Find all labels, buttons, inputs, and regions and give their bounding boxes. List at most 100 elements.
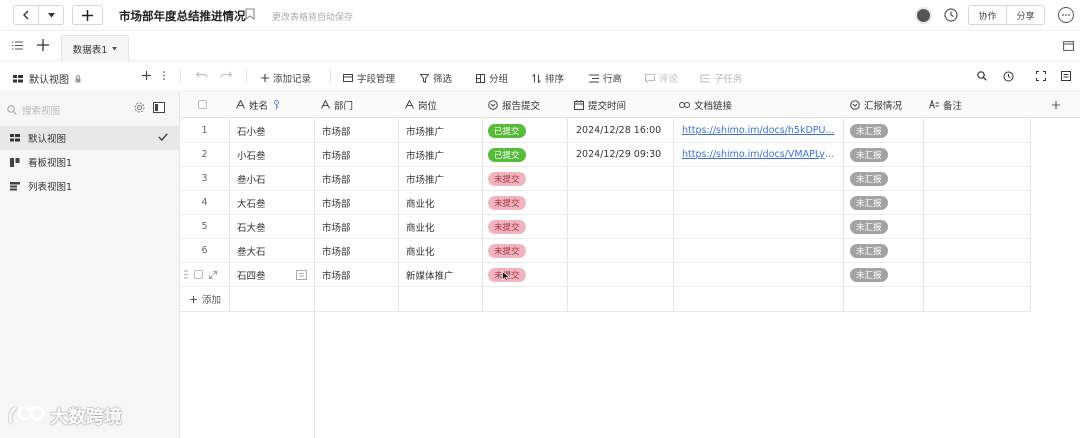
back-button[interactable] — [14, 6, 39, 24]
column-header-label: 备注 — [943, 100, 963, 112]
cell-report-status[interactable]: 未汇报 — [850, 263, 922, 287]
cell-report-submit[interactable]: 未提交 — [488, 215, 566, 239]
column-header-doc-link[interactable]: 文档链接 — [679, 92, 839, 118]
gear-icon[interactable] — [134, 102, 145, 113]
cell-report-submit[interactable]: 未提交 — [488, 239, 566, 263]
add-column-button[interactable] — [1046, 92, 1066, 118]
subtask-button[interactable]: 子任务 — [700, 71, 743, 85]
share-button[interactable]: 分享 — [1007, 6, 1044, 24]
search-icon — [7, 105, 17, 115]
cell-report-submit[interactable]: 已提交 — [488, 143, 566, 167]
sidebar-view-default[interactable]: 默认视图 — [0, 126, 180, 150]
fullscreen-icon[interactable] — [1036, 71, 1046, 81]
expand-row-icon[interactable] — [209, 270, 217, 279]
cell-name[interactable]: 石大叁 — [237, 215, 313, 239]
collaborate-button[interactable]: 协作 — [969, 6, 1007, 24]
cell-report-status[interactable]: 未汇报 — [850, 119, 922, 143]
cell-post[interactable]: 商业化 — [406, 239, 481, 263]
column-header-label: 提交时间 — [588, 100, 627, 112]
cell-notes[interactable] — [930, 143, 1029, 167]
column-header-name[interactable]: 姓名 — [236, 92, 314, 118]
cell-name[interactable]: 大石叁 — [237, 191, 313, 215]
cell-post[interactable]: 新媒体推广 — [406, 263, 481, 287]
cell-report-submit[interactable]: 未提交 — [488, 167, 566, 191]
cell-dept[interactable]: 市场部 — [322, 239, 397, 263]
cell-post[interactable]: 商业化 — [406, 215, 481, 239]
comment-icon[interactable] — [296, 269, 307, 280]
cell-post[interactable]: 市场推广 — [406, 119, 481, 143]
column-header-post[interactable]: 岗位 — [405, 92, 481, 118]
view-search-input[interactable]: 搜索视图 — [7, 101, 127, 119]
row-height-button[interactable]: 行高 — [589, 71, 622, 85]
comment-button[interactable]: 评论 — [645, 71, 678, 85]
collapse-sidebar-icon[interactable] — [153, 102, 165, 113]
cell-name[interactable]: 小石叁 — [237, 143, 313, 167]
cell-dept[interactable]: 市场部 — [322, 215, 397, 239]
column-header-report-status[interactable]: 汇报情况 — [850, 92, 922, 118]
bookmark-icon[interactable] — [245, 8, 255, 20]
cell-post[interactable]: 市场推广 — [406, 143, 481, 167]
cell-name[interactable]: 叁大石 — [237, 239, 313, 263]
doc-link[interactable]: https://shimo.im/docs/VMAPLyh... — [682, 149, 838, 160]
cell-report-status[interactable]: 未汇报 — [850, 215, 922, 239]
column-header-dept[interactable]: 部门 — [321, 92, 397, 118]
add-view-icon[interactable] — [142, 71, 151, 80]
doc-link[interactable]: https://shimo.im/docs/h5kDPU... — [682, 125, 835, 136]
cell-post[interactable]: 市场推广 — [406, 167, 481, 191]
cell-submit-time[interactable]: 2024/12/29 09:30 — [576, 143, 672, 167]
column-header-report-submit[interactable]: 报告提交 — [488, 92, 566, 118]
cell-name[interactable]: 叁小石 — [237, 167, 313, 191]
sidebar-view-list[interactable]: 列表视图1 — [0, 174, 180, 198]
filter-button[interactable]: 筛选 — [420, 71, 452, 85]
history-icon[interactable] — [1003, 71, 1014, 82]
cell-report-status[interactable]: 未汇报 — [850, 167, 922, 191]
cell-dept[interactable]: 市场部 — [322, 143, 397, 167]
filter-icon — [420, 73, 429, 83]
redo-icon[interactable] — [220, 71, 232, 79]
cell-notes[interactable] — [930, 119, 1029, 143]
drag-handle-icon[interactable] — [184, 270, 188, 279]
add-record-button[interactable]: 添加记录 — [261, 71, 311, 85]
group-button[interactable]: 分组 — [476, 71, 508, 85]
sidebar-view-kanban[interactable]: 看板视图1 — [0, 150, 180, 174]
current-view[interactable]: 默认视图 — [13, 71, 81, 86]
cell-doc-link[interactable]: https://shimo.im/docs/VMAPLyh... — [682, 143, 838, 167]
cell-dept[interactable]: 市场部 — [322, 191, 397, 215]
view-more-icon[interactable] — [163, 71, 165, 80]
search-icon[interactable] — [977, 71, 987, 81]
cell-report-status[interactable]: 未汇报 — [850, 239, 922, 263]
panel-toggle-icon[interactable] — [1063, 41, 1074, 51]
cell-submit-time[interactable]: 2024/12/28 16:00 — [576, 119, 672, 143]
cell-dept[interactable]: 市场部 — [322, 167, 397, 191]
sheet-list-icon[interactable] — [12, 41, 23, 50]
more-options-icon[interactable] — [1058, 7, 1074, 23]
cell-name[interactable]: 石小叁 — [237, 119, 313, 143]
settings-panel-icon[interactable] — [1061, 71, 1071, 81]
cell-post[interactable]: 商业化 — [406, 191, 481, 215]
add-row-button[interactable]: 添加 — [190, 287, 310, 311]
cell-report-status[interactable]: 未汇报 — [850, 143, 922, 167]
cell-report-status[interactable]: 未汇报 — [850, 191, 922, 215]
undo-icon[interactable] — [196, 71, 208, 79]
history-dropdown-button[interactable] — [39, 6, 63, 24]
cell-name[interactable]: 石四叁 — [237, 263, 313, 287]
column-header-notes[interactable]: 备注 — [929, 92, 1029, 118]
field-manage-button[interactable]: 字段管理 — [343, 71, 395, 85]
cell-dept[interactable]: 市场部 — [322, 119, 397, 143]
cell-report-submit[interactable]: 未提交 — [488, 191, 566, 215]
key-icon — [274, 99, 280, 109]
cell-report-submit[interactable]: 已提交 — [488, 119, 566, 143]
sort-button[interactable]: 排序 — [532, 71, 564, 85]
cell-report-submit[interactable]: 未提交 — [488, 263, 566, 287]
history-icon[interactable] — [943, 7, 959, 23]
document-title[interactable]: 市场部年度总结推进情况 — [119, 8, 246, 24]
row-checkbox[interactable] — [194, 270, 203, 279]
add-sheet-icon[interactable] — [37, 39, 49, 51]
tab-sheet1[interactable]: 数据表1 — [61, 35, 129, 62]
select-all-checkbox[interactable] — [198, 92, 218, 118]
column-header-submit-time[interactable]: 提交时间 — [574, 92, 672, 118]
avatar[interactable] — [915, 7, 932, 24]
new-button[interactable] — [72, 5, 103, 25]
cell-dept[interactable]: 市场部 — [322, 263, 397, 287]
cell-doc-link[interactable]: https://shimo.im/docs/h5kDPU... — [682, 119, 838, 143]
